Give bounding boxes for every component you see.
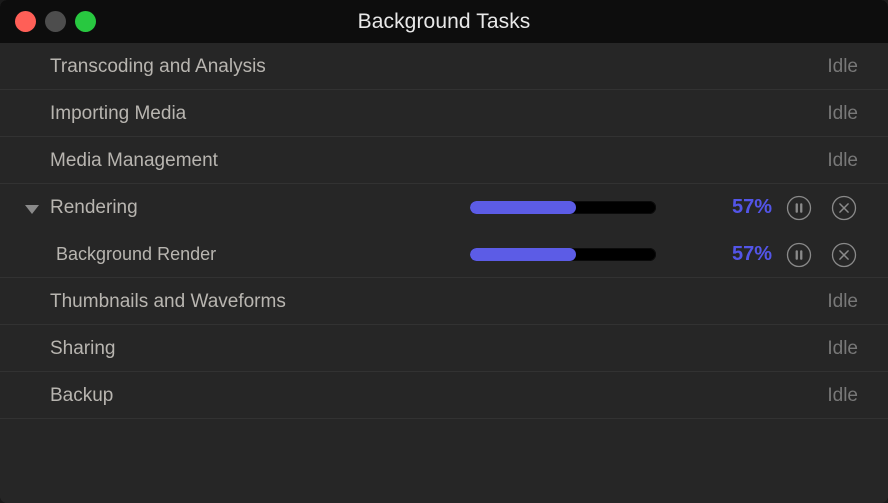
task-label: Rendering (50, 197, 138, 219)
task-label: Transcoding and Analysis (50, 56, 266, 78)
task-status: Idle (827, 291, 858, 313)
pause-icon[interactable] (786, 195, 812, 221)
progress-percent-label: 57% (700, 196, 772, 219)
window-controls (15, 0, 96, 43)
task-label: Thumbnails and Waveforms (50, 291, 286, 313)
task-status: Idle (827, 150, 858, 172)
task-row[interactable]: Thumbnails and Waveforms Idle (0, 278, 888, 325)
disclosure-placeholder (22, 339, 42, 359)
cancel-icon[interactable] (831, 242, 857, 268)
pause-icon[interactable] (786, 242, 812, 268)
task-row[interactable]: Transcoding and Analysis Idle (0, 43, 888, 90)
task-status: Idle (827, 338, 858, 360)
disclosure-placeholder (22, 151, 42, 171)
task-row[interactable]: Rendering 57% (0, 184, 888, 231)
task-label: Sharing (50, 338, 116, 360)
task-row[interactable]: Media Management Idle (0, 137, 888, 184)
task-status: Idle (827, 103, 858, 125)
progress-track (470, 248, 656, 261)
task-status: Idle (827, 385, 858, 407)
close-button[interactable] (15, 11, 36, 32)
minimize-button[interactable] (45, 11, 66, 32)
task-row[interactable]: Backup Idle (0, 372, 888, 419)
task-row[interactable]: Sharing Idle (0, 325, 888, 372)
progress-fill (470, 201, 576, 214)
task-label: Media Management (50, 150, 218, 172)
task-label: Background Render (56, 244, 216, 265)
progress-bar (470, 248, 656, 261)
background-tasks-window: Background Tasks Transcoding and Analysi… (0, 0, 888, 503)
progress-track (470, 201, 656, 214)
window-title: Background Tasks (0, 0, 888, 43)
task-list: Transcoding and AnalysisIdleImporting Me… (0, 43, 888, 503)
progress-bar (470, 201, 656, 214)
task-row[interactable]: Importing Media Idle (0, 90, 888, 137)
task-label: Importing Media (50, 103, 186, 125)
disclosure-placeholder (22, 104, 42, 124)
task-label: Backup (50, 385, 113, 407)
zoom-button[interactable] (75, 11, 96, 32)
disclosure-placeholder (22, 386, 42, 406)
chevron-down-icon[interactable] (22, 198, 42, 218)
progress-percent-label: 57% (700, 243, 772, 266)
window-titlebar: Background Tasks (0, 0, 888, 43)
task-row[interactable]: Background Render 57% (0, 231, 888, 278)
disclosure-placeholder (22, 292, 42, 312)
disclosure-placeholder (22, 57, 42, 77)
cancel-icon[interactable] (831, 195, 857, 221)
task-status: Idle (827, 56, 858, 78)
progress-fill (470, 248, 576, 261)
